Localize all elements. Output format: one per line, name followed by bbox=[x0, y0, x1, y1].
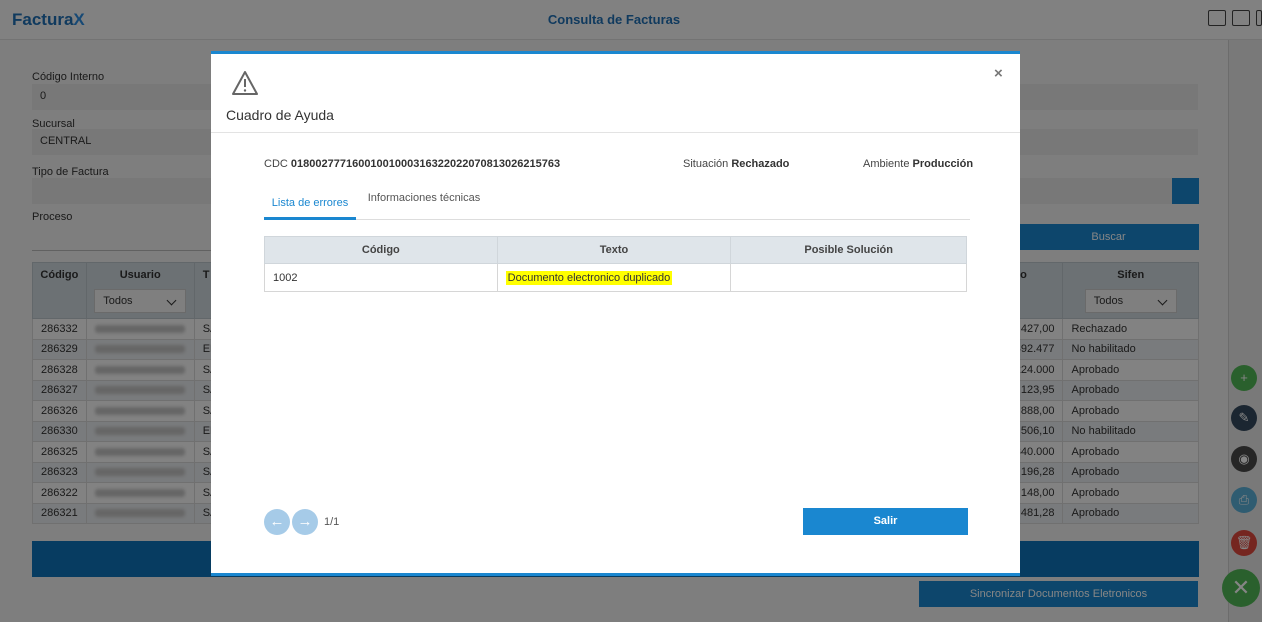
errors-table: Código Texto Posible Solución 1002 Docum… bbox=[264, 236, 967, 292]
warning-icon bbox=[232, 71, 258, 95]
situacion-value: Rechazado bbox=[731, 158, 790, 170]
table-row: 1002 Documento electronico duplicado bbox=[264, 263, 967, 292]
err-codigo-cell: 1002 bbox=[264, 263, 498, 292]
cdc-info: CDC 018002777160010010003163220220708130… bbox=[264, 158, 561, 170]
modal-title: Cuadro de Ayuda bbox=[226, 107, 334, 123]
help-modal: Cuadro de Ayuda × CDC 018002777160010010… bbox=[211, 51, 1020, 576]
pager-text: 1/1 bbox=[324, 516, 340, 528]
modal-close-icon[interactable]: × bbox=[994, 65, 1003, 82]
col-err-codigo: Código bbox=[264, 236, 498, 264]
modal-header: Cuadro de Ayuda × bbox=[211, 54, 1020, 133]
err-texto-cell: Documento electronico duplicado bbox=[496, 263, 732, 292]
tab-informaciones-tecnicas[interactable]: Informaciones técnicas bbox=[364, 187, 484, 220]
col-err-solucion: Posible Solución bbox=[730, 236, 967, 264]
err-solucion-cell bbox=[730, 263, 967, 292]
ambiente-value: Producción bbox=[912, 158, 974, 170]
situacion-info: Situación Rechazado bbox=[683, 158, 790, 170]
cdc-value: 0180027771600100100031632202207081302621… bbox=[290, 158, 561, 170]
ambiente-info: Ambiente Producción bbox=[863, 158, 974, 170]
arrow-left-icon[interactable]: ← bbox=[264, 509, 290, 535]
tab-lista-errores[interactable]: Lista de errores bbox=[264, 187, 356, 220]
pager: ← → 1/1 bbox=[264, 509, 339, 535]
col-err-texto: Texto bbox=[496, 236, 732, 264]
err-texto-highlight: Documento electronico duplicado bbox=[505, 270, 673, 285]
arrow-right-icon[interactable]: → bbox=[292, 509, 318, 535]
modal-tabs: Lista de errores Informaciones técnicas bbox=[264, 187, 970, 220]
salir-button[interactable]: Salir bbox=[803, 508, 968, 535]
